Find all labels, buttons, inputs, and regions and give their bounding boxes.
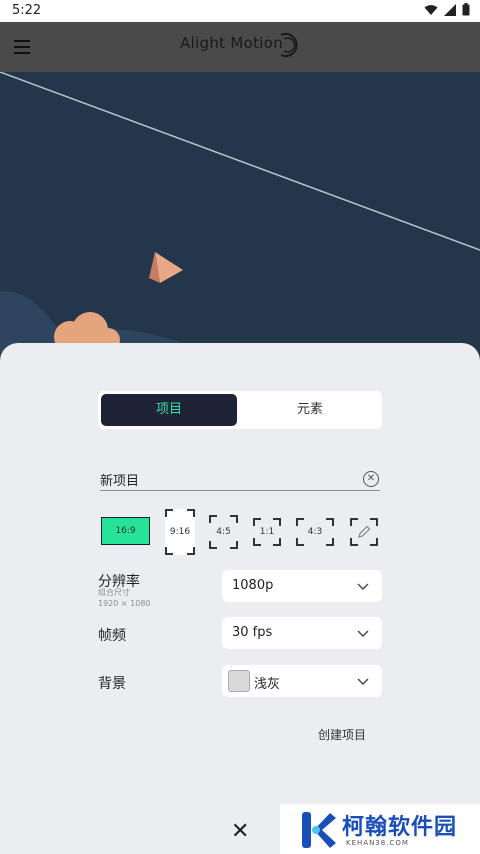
clear-icon[interactable]: ✕ <box>363 471 379 487</box>
framerate-label: 帧频 <box>98 628 126 644</box>
chevron-down-icon <box>357 630 369 637</box>
framerate-value: 30 fps <box>232 625 273 640</box>
resolution-sublabel: 组合尺寸 <box>98 588 130 597</box>
canvas-preview <box>0 72 480 372</box>
create-project-button[interactable]: 创建项目 <box>318 726 366 743</box>
background-value: 浅灰 <box>254 677 281 692</box>
ratio-4-3[interactable]: 4:3 <box>296 518 334 546</box>
sheet-tabs: 项目 元素 <box>98 391 382 429</box>
framerate-select[interactable]: 30 fps <box>222 617 382 649</box>
app-title: Alight Motion <box>180 34 284 52</box>
background-select[interactable]: 浅灰 <box>222 665 382 697</box>
watermark-url: KEHAN38.COM <box>346 839 409 847</box>
resolution-value: 1080p <box>232 578 274 593</box>
ratio-label: 9:16 <box>169 527 191 537</box>
ratio-label: 4:5 <box>216 527 231 537</box>
menu-icon[interactable] <box>14 40 30 54</box>
canvas-artwork <box>0 72 480 372</box>
battery-icon <box>462 3 470 16</box>
ratio-4-5[interactable]: 4:5 <box>209 515 238 549</box>
background-label: 背景 <box>98 676 126 692</box>
watermark-brand: 柯翰软件园 <box>342 815 458 840</box>
chevron-down-icon <box>357 678 369 685</box>
status-time: 5:22 <box>12 3 42 18</box>
background-color-swatch <box>228 670 250 692</box>
tab-project[interactable]: 项目 <box>101 394 237 426</box>
ratio-label: 16:9 <box>115 526 136 536</box>
system-icons <box>424 3 470 16</box>
ratio-9-16[interactable]: 9:16 <box>165 509 195 555</box>
logo-swoosh-icon <box>280 33 298 57</box>
resolution-size: 1920 × 1080 <box>98 599 151 608</box>
new-project-sheet: 项目 元素 ✕ 16:9 9:16 4:5 1:1 4:3 <box>0 343 480 854</box>
ratio-16-9[interactable]: 16:9 <box>101 517 150 545</box>
project-name-field: ✕ <box>100 470 380 491</box>
ratio-label: 1:1 <box>259 527 275 537</box>
tab-element[interactable]: 元素 <box>241 394 379 426</box>
ratio-custom[interactable] <box>350 518 378 546</box>
watermark: 柯翰软件园 KEHAN38.COM <box>280 804 480 854</box>
project-name-input[interactable] <box>100 472 350 487</box>
app-logo: Alight Motion <box>180 33 298 57</box>
resolution-select[interactable]: 1080p <box>222 570 382 602</box>
ratio-1-1[interactable]: 1:1 <box>253 518 281 546</box>
pencil-icon <box>358 525 371 538</box>
chevron-down-icon <box>357 583 369 590</box>
signal-icon <box>444 3 456 16</box>
watermark-logo-icon <box>302 812 336 848</box>
app-bar: Alight Motion <box>0 22 480 72</box>
wifi-icon <box>424 4 438 15</box>
status-bar: 5:22 <box>0 0 480 22</box>
ratio-label: 4:3 <box>307 527 323 537</box>
close-icon[interactable]: ✕ <box>231 819 249 844</box>
